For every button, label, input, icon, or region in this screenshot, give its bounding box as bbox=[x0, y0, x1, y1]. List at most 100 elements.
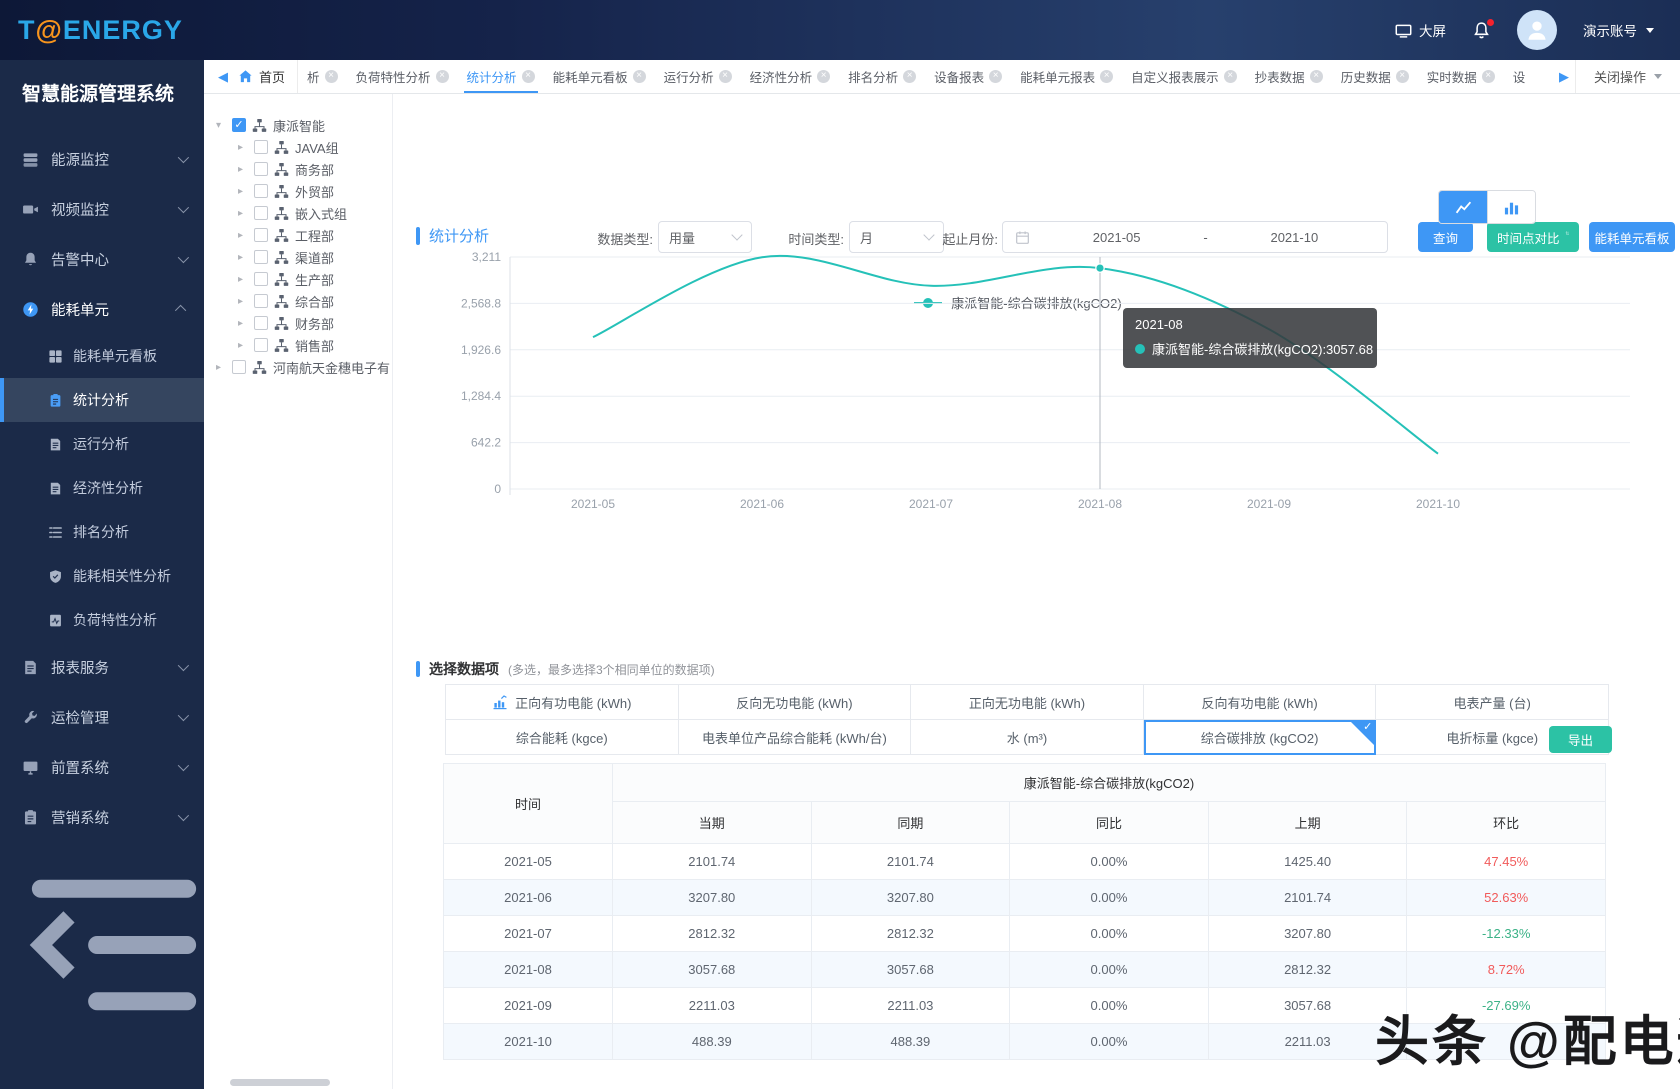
sidebar-item-inspection[interactable]: 运检管理 bbox=[0, 692, 204, 742]
tree-node-label[interactable]: JAVA组 bbox=[295, 138, 339, 157]
tree-node-root2[interactable]: 河南航天金穗电子有 bbox=[216, 356, 392, 378]
tree-node-label[interactable]: 外贸部 bbox=[295, 182, 334, 201]
tab-realtime-data[interactable]: 实时数据 bbox=[1418, 60, 1504, 93]
tree-node-label[interactable]: 河南航天金穗电子有 bbox=[273, 358, 390, 377]
sidebar-item-statistics[interactable]: 统计分析 bbox=[0, 378, 204, 422]
close-icon[interactable] bbox=[324, 70, 338, 83]
tree-node-label[interactable]: 渠道部 bbox=[295, 248, 334, 267]
tab-clipped[interactable]: 析 bbox=[298, 60, 347, 93]
sidebar-item-economy-analysis[interactable]: 经济性分析 bbox=[0, 466, 204, 510]
tree-scrollbar[interactable] bbox=[230, 1079, 330, 1086]
collapse-menu-icon[interactable] bbox=[24, 855, 204, 1035]
notification-bell-button[interactable] bbox=[1472, 18, 1494, 40]
tree-checkbox[interactable] bbox=[254, 140, 268, 154]
tree-node-label[interactable]: 康派智能 bbox=[273, 116, 325, 135]
data-item-forward-reactive-energy[interactable]: 正向无功电能 (kWh) bbox=[911, 685, 1144, 720]
tree-checkbox[interactable] bbox=[254, 228, 268, 242]
tree-node[interactable]: 工程部 bbox=[216, 224, 392, 246]
bar-chart-toggle-button[interactable] bbox=[1487, 191, 1535, 223]
tree-node[interactable]: 外贸部 bbox=[216, 180, 392, 202]
tree-node-label[interactable]: 销售部 bbox=[295, 336, 334, 355]
tree-node-label[interactable]: 综合部 bbox=[295, 292, 334, 311]
data-item-water[interactable]: 水 (m³) bbox=[911, 720, 1144, 755]
line-chart[interactable]: 0 642.2 1,284.4 1,926.6 2,568.8 3,211 2021-05 2… bbox=[413, 244, 1663, 524]
tree-expand-icon[interactable] bbox=[216, 362, 226, 373]
tree-expand-icon[interactable] bbox=[238, 274, 248, 285]
tree-checkbox[interactable] bbox=[254, 162, 268, 176]
tab-load-analysis[interactable]: 负荷特性分析 bbox=[347, 60, 458, 93]
close-operations-menu[interactable]: 关闭操作 bbox=[1574, 60, 1680, 93]
avatar[interactable] bbox=[1517, 10, 1557, 50]
sidebar-item-unit-kanban[interactable]: 能耗单元看板 bbox=[0, 334, 204, 378]
tree-expand-icon[interactable] bbox=[238, 142, 248, 153]
line-chart-toggle-button[interactable] bbox=[1439, 191, 1487, 223]
close-icon[interactable] bbox=[435, 70, 449, 83]
tree-node[interactable]: 财务部 bbox=[216, 312, 392, 334]
tree-expand-icon[interactable] bbox=[238, 164, 248, 175]
tree-expand-icon[interactable] bbox=[238, 230, 248, 241]
tree-checkbox[interactable] bbox=[254, 206, 268, 220]
tab-home[interactable]: 首页 bbox=[234, 60, 299, 93]
sidebar-item-energy-monitor[interactable]: 能源监控 bbox=[0, 134, 204, 184]
close-icon[interactable] bbox=[1223, 70, 1237, 83]
tree-checkbox[interactable] bbox=[232, 360, 246, 374]
export-button[interactable]: 导出 bbox=[1549, 726, 1612, 753]
tree-checkbox[interactable] bbox=[254, 272, 268, 286]
tab-ranking-analysis[interactable]: 排名分析 bbox=[839, 60, 925, 93]
close-icon[interactable] bbox=[718, 70, 732, 83]
tab-unit-report[interactable]: 能耗单元报表 bbox=[1011, 60, 1122, 93]
close-icon[interactable] bbox=[1395, 70, 1409, 83]
close-icon[interactable] bbox=[989, 70, 1003, 83]
tree-node[interactable]: 渠道部 bbox=[216, 246, 392, 268]
data-item-meter-output[interactable]: 电表产量 (台) bbox=[1376, 685, 1609, 720]
tree-node-label[interactable]: 财务部 bbox=[295, 314, 334, 333]
close-icon[interactable] bbox=[521, 70, 535, 83]
sidebar-item-marketing-system[interactable]: 营销系统 bbox=[0, 792, 204, 842]
tab-history-data[interactable]: 历史数据 bbox=[1332, 60, 1418, 93]
sidebar-item-ranking-analysis[interactable]: 排名分析 bbox=[0, 510, 204, 554]
sidebar-item-alarm-center[interactable]: 告警中心 bbox=[0, 234, 204, 284]
tree-expand-icon[interactable] bbox=[216, 120, 226, 131]
tree-node[interactable]: 商务部 bbox=[216, 158, 392, 180]
close-icon[interactable] bbox=[1309, 70, 1323, 83]
sidebar-item-front-system[interactable]: 前置系统 bbox=[0, 742, 204, 792]
tree-node[interactable]: 销售部 bbox=[216, 334, 392, 356]
tab-custom-report[interactable]: 自定义报表展示 bbox=[1122, 60, 1246, 93]
close-icon[interactable] bbox=[903, 70, 917, 83]
range-end-input[interactable]: 2021-10 bbox=[1214, 230, 1375, 245]
tree-checkbox[interactable] bbox=[232, 118, 246, 132]
tree-checkbox[interactable] bbox=[254, 250, 268, 264]
tree-checkbox[interactable] bbox=[254, 294, 268, 308]
tree-expand-icon[interactable] bbox=[238, 296, 248, 307]
data-item-reverse-reactive-energy[interactable]: 反向无功电能 (kWh) bbox=[678, 685, 912, 720]
close-icon[interactable] bbox=[1100, 70, 1114, 83]
tree-node[interactable]: 生产部 bbox=[216, 268, 392, 290]
sidebar-item-correlation-analysis[interactable]: 能耗相关性分析 bbox=[0, 554, 204, 598]
sidebar-item-run-analysis[interactable]: 运行分析 bbox=[0, 422, 204, 466]
data-item-carbon-emission-selected[interactable]: 综合碳排放 (kgCO2) ✓ bbox=[1143, 720, 1377, 755]
tree-checkbox[interactable] bbox=[254, 316, 268, 330]
data-item-reverse-active-energy[interactable]: 反向有功电能 (kWh) bbox=[1143, 685, 1377, 720]
tree-node[interactable]: 嵌入式组 bbox=[216, 202, 392, 224]
close-icon[interactable] bbox=[632, 70, 646, 83]
tree-node[interactable]: JAVA组 bbox=[216, 136, 392, 158]
tab-economy-analysis[interactable]: 经济性分析 bbox=[741, 60, 840, 93]
tree-expand-icon[interactable] bbox=[238, 186, 248, 197]
tab-statistics[interactable]: 统计分析 bbox=[458, 60, 544, 93]
data-item-comprehensive-energy[interactable]: 综合能耗 (kgce) bbox=[446, 720, 679, 755]
data-item-forward-active-energy[interactable]: 正向有功电能 (kWh) bbox=[446, 685, 679, 720]
tree-expand-icon[interactable] bbox=[238, 208, 248, 219]
tree-expand-icon[interactable] bbox=[238, 318, 248, 329]
sidebar-item-energy-unit[interactable]: 能耗单元 bbox=[0, 284, 204, 334]
tree-checkbox[interactable] bbox=[254, 338, 268, 352]
tree-node-root[interactable]: 康派智能 bbox=[216, 114, 392, 136]
range-start-input[interactable]: 2021-05 bbox=[1036, 230, 1197, 245]
tab-run-analysis[interactable]: 运行分析 bbox=[655, 60, 741, 93]
tree-node-label[interactable]: 商务部 bbox=[295, 160, 334, 179]
tab-clipped-right[interactable]: 设 bbox=[1504, 60, 1535, 93]
tree-expand-icon[interactable] bbox=[238, 252, 248, 263]
sidebar-item-load-analysis[interactable]: 负荷特性分析 bbox=[0, 598, 204, 642]
tree-node-label[interactable]: 生产部 bbox=[295, 270, 334, 289]
close-icon[interactable] bbox=[1481, 70, 1495, 83]
data-item-unit-product-energy[interactable]: 电表单位产品综合能耗 (kWh/台) bbox=[678, 720, 912, 755]
